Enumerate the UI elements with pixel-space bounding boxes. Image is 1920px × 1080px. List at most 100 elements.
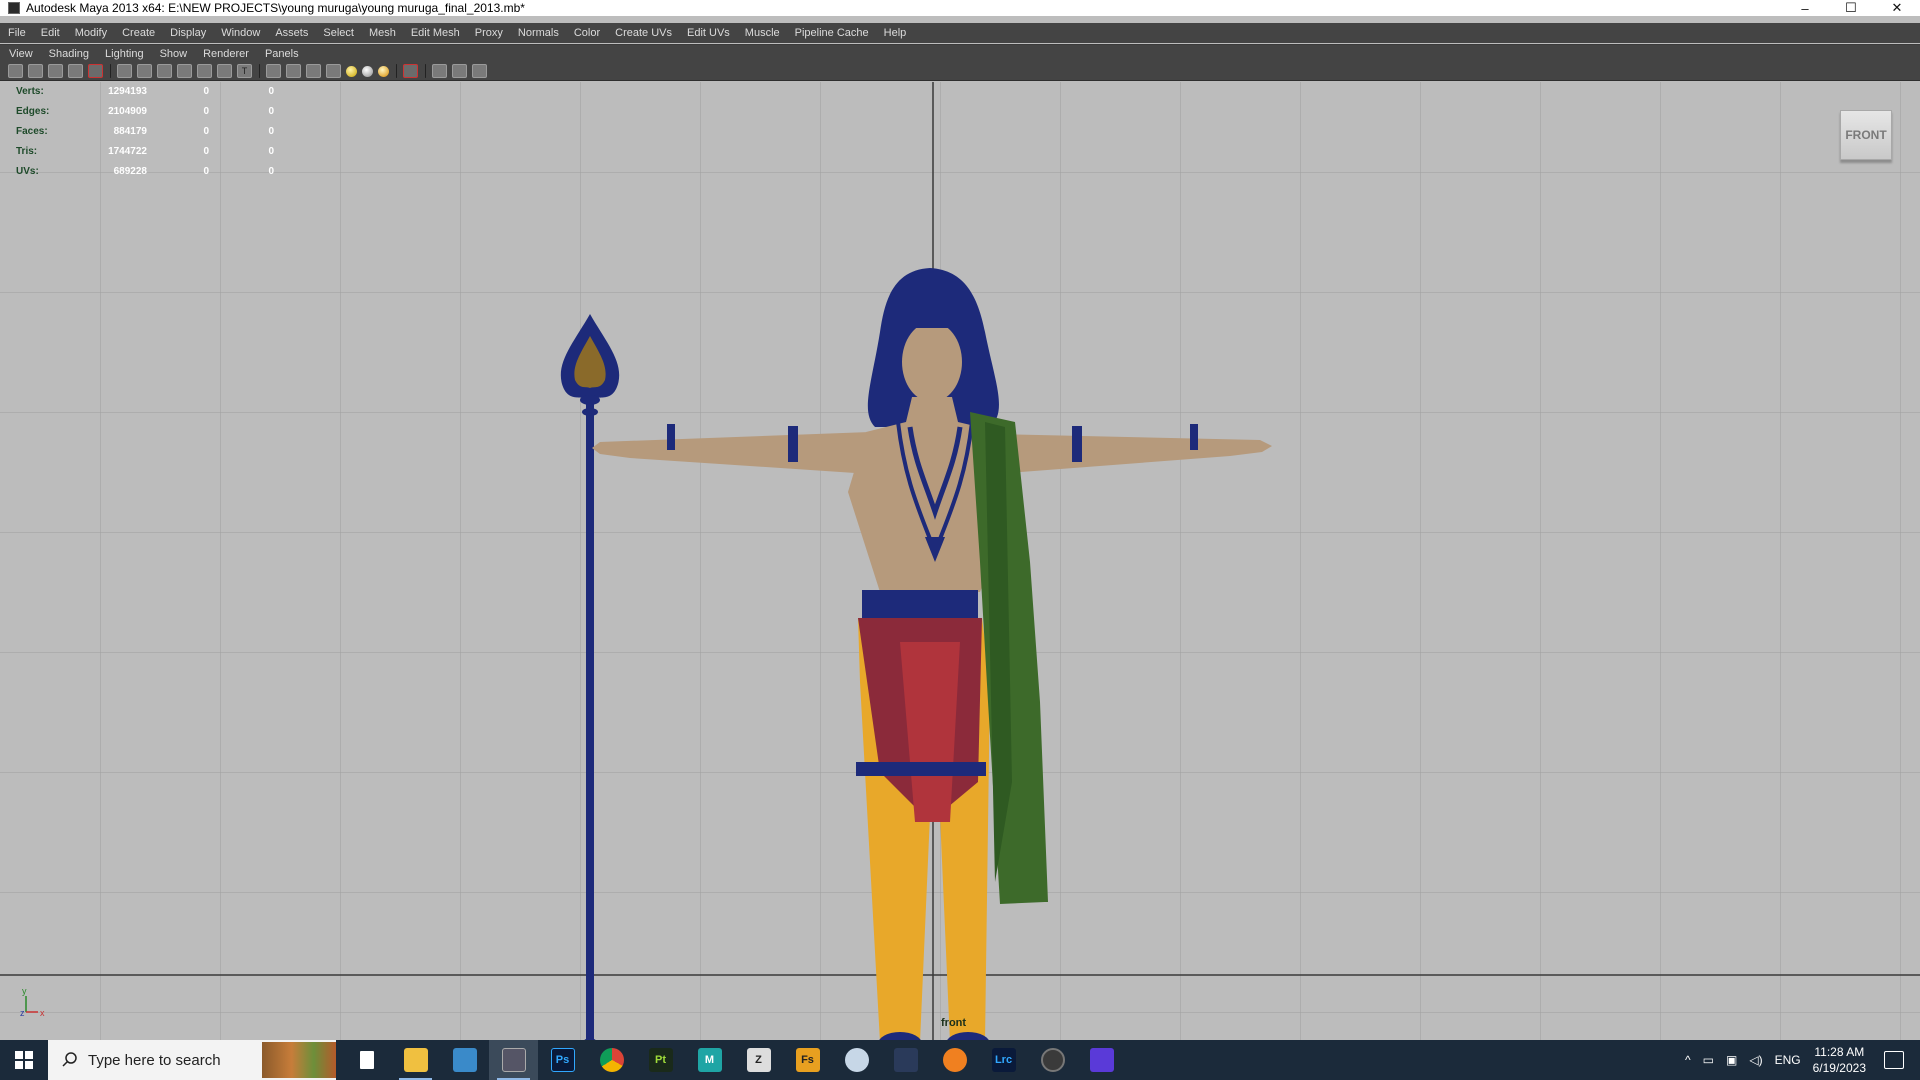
close-button[interactable]: ✕	[1874, 0, 1920, 16]
panel-menu-panels[interactable]: Panels	[265, 48, 299, 60]
menu-muscle[interactable]: Muscle	[745, 27, 780, 39]
film-gate-icon[interactable]	[88, 64, 103, 78]
lightroom-icon: Lrc	[991, 1048, 1016, 1072]
taskbar-app-fs[interactable]: Fs	[783, 1040, 832, 1080]
hud-value: 0	[203, 86, 209, 97]
taskbar-app-maya[interactable]	[489, 1040, 538, 1080]
hud-label: Faces:	[16, 126, 48, 137]
textured-icon[interactable]	[326, 64, 341, 78]
grid-icon[interactable]	[117, 64, 132, 78]
menu-pipeline-cache[interactable]: Pipeline Cache	[795, 27, 869, 39]
menu-edit[interactable]: Edit	[41, 27, 60, 39]
marmoset-icon	[1089, 1048, 1114, 1072]
taskbar-app-explorer[interactable]	[391, 1040, 440, 1080]
search-highlight-image	[262, 1042, 336, 1078]
chevron-up-icon[interactable]: ^	[1685, 1053, 1691, 1067]
menu-proxy[interactable]: Proxy	[475, 27, 503, 39]
resolution-gate-icon[interactable]	[137, 64, 152, 78]
notification-icon[interactable]	[1884, 1051, 1904, 1069]
taskbar-app-zbrush[interactable]: Z	[734, 1040, 783, 1080]
windows-taskbar: Type here to search Ps Pt M Z Fs Lrc ^ ▭…	[0, 1040, 1920, 1080]
taskbar-app-m[interactable]: M	[685, 1040, 734, 1080]
menu-select[interactable]: Select	[323, 27, 354, 39]
taskbar-app-file[interactable]	[342, 1040, 391, 1080]
taskbar-app-davinci[interactable]	[881, 1040, 930, 1080]
panel-menu-view[interactable]: View	[9, 48, 33, 60]
field-chart-icon[interactable]	[177, 64, 192, 78]
volume-icon[interactable]: ◁)	[1749, 1053, 1762, 1067]
hud-value: 0	[268, 106, 274, 117]
menu-normals[interactable]: Normals	[518, 27, 559, 39]
minimize-button[interactable]: –	[1782, 0, 1828, 16]
panel-menu-lighting[interactable]: Lighting	[105, 48, 144, 60]
panel-menu-renderer[interactable]: Renderer	[203, 48, 249, 60]
menu-edit-uvs[interactable]: Edit UVs	[687, 27, 730, 39]
hud-label: Tris:	[16, 146, 38, 157]
start-button[interactable]	[0, 1040, 48, 1080]
system-tray: ^ ▭ ▣ ◁) ENG 11:28 AM 6/19/2023	[1685, 1040, 1920, 1080]
taskbar-search-box[interactable]: Type here to search	[48, 1040, 336, 1080]
menu-create-uvs[interactable]: Create UVs	[615, 27, 672, 39]
front-viewport[interactable]: Verts: 1294193 0 0 Edges: 2104909 0 0 Fa…	[0, 82, 1920, 1040]
viewport-grid	[0, 82, 1920, 1040]
hud-value: 0	[268, 146, 274, 157]
camera-tray-icon[interactable]: ▭	[1703, 1053, 1714, 1067]
view-cube[interactable]: FRONT	[1840, 110, 1892, 160]
hud-row-verts: Verts: 1294193 0 0	[14, 84, 284, 104]
shadows-icon[interactable]	[378, 66, 389, 77]
all-lights-icon[interactable]	[362, 66, 373, 77]
menu-mesh[interactable]: Mesh	[369, 27, 396, 39]
menu-help[interactable]: Help	[884, 27, 907, 39]
hud-value: 0	[203, 126, 209, 137]
taskbar-app-photoshop[interactable]: Ps	[538, 1040, 587, 1080]
taskbar-app-blender[interactable]	[930, 1040, 979, 1080]
hud-value: 0	[268, 86, 274, 97]
menu-color[interactable]: Color	[574, 27, 600, 39]
axis-gizmo-icon: y z x	[20, 986, 45, 1018]
hud-value: 884179	[113, 126, 147, 137]
menu-assets[interactable]: Assets	[275, 27, 308, 39]
wireframe-on-shaded-icon[interactable]	[306, 64, 321, 78]
menu-file[interactable]: File	[8, 27, 26, 39]
taskbar-app-obs[interactable]	[1028, 1040, 1077, 1080]
menu-window[interactable]: Window	[221, 27, 260, 39]
safe-action-icon[interactable]	[197, 64, 212, 78]
default-light-icon[interactable]	[346, 66, 357, 77]
search-icon	[62, 1052, 77, 1067]
menu-modify[interactable]: Modify	[75, 27, 107, 39]
safe-title-icon[interactable]	[217, 64, 232, 78]
taskbar-app-paint[interactable]	[832, 1040, 881, 1080]
text-icon[interactable]: T	[237, 64, 252, 78]
paint-icon	[844, 1048, 869, 1072]
xray-joints-icon[interactable]	[452, 64, 467, 78]
wireframe-icon[interactable]	[266, 64, 281, 78]
select-camera-icon[interactable]	[8, 64, 23, 78]
taskbar-app-marmoset[interactable]	[1077, 1040, 1126, 1080]
bookmarks-icon[interactable]	[48, 64, 63, 78]
smooth-shade-icon[interactable]	[286, 64, 301, 78]
taskbar-app-painter[interactable]: Pt	[636, 1040, 685, 1080]
isolate-select-icon[interactable]	[403, 64, 418, 78]
network-icon[interactable]: ▣	[1726, 1053, 1737, 1067]
image-plane-icon[interactable]	[68, 64, 83, 78]
clock[interactable]: 11:28 AM 6/19/2023	[1813, 1044, 1866, 1076]
camera-attributes-icon[interactable]	[28, 64, 43, 78]
toolbar-divider	[425, 64, 426, 78]
hud-value: 0	[203, 146, 209, 157]
taskbar-app-maya-feather[interactable]	[440, 1040, 489, 1080]
menu-edit-mesh[interactable]: Edit Mesh	[411, 27, 460, 39]
gate-mask-icon[interactable]	[157, 64, 172, 78]
panel-menu-bar: View Shading Lighting Show Renderer Pane…	[0, 44, 1920, 62]
panel-menu-show[interactable]: Show	[160, 48, 188, 60]
maximize-button[interactable]: ☐	[1828, 0, 1874, 16]
xray-icon[interactable]	[432, 64, 447, 78]
share-icon[interactable]	[472, 64, 487, 78]
hud-value: 1294193	[108, 86, 147, 97]
language-indicator[interactable]: ENG	[1775, 1053, 1801, 1067]
menu-create[interactable]: Create	[122, 27, 155, 39]
taskbar-app-chrome[interactable]	[587, 1040, 636, 1080]
toolbar-divider	[396, 64, 397, 78]
taskbar-app-lightroom[interactable]: Lrc	[979, 1040, 1028, 1080]
menu-display[interactable]: Display	[170, 27, 206, 39]
panel-menu-shading[interactable]: Shading	[49, 48, 89, 60]
